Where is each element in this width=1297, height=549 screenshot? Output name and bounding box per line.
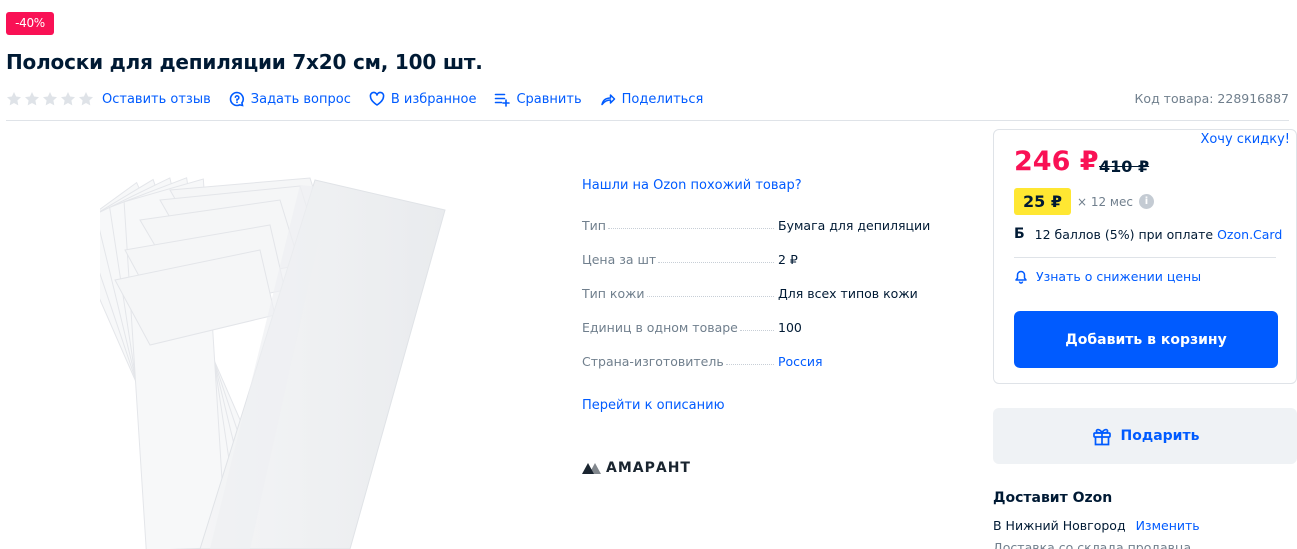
question-icon xyxy=(229,91,244,107)
old-price: 410 ₽ xyxy=(1099,157,1150,176)
ozon-card-link[interactable]: Ozon.Card xyxy=(1217,227,1282,242)
spec-row: Единиц в одном товаре 100 xyxy=(582,320,962,354)
star-icon xyxy=(79,92,93,106)
product-title: Полоски для депиляции 7х20 см, 100 шт. xyxy=(6,50,483,74)
specs-list: Тип Бумага для депиляции Цена за шт 2 ₽ … xyxy=(582,218,962,388)
installment-term: × 12 мес xyxy=(1076,194,1133,209)
spec-key: Единиц в одном товаре xyxy=(582,320,778,335)
current-price: 246 ₽ xyxy=(1014,146,1099,177)
bonus-text: 12 баллов (5%) при оплате xyxy=(1034,226,1214,242)
compare-icon xyxy=(495,93,511,107)
go-to-description-link[interactable]: Перейти к описанию xyxy=(582,398,725,413)
spec-row: Тип Бумага для депиляции xyxy=(582,218,962,252)
rating-stars[interactable] xyxy=(6,91,94,107)
share-icon xyxy=(600,94,615,106)
change-city-link[interactable]: Изменить xyxy=(1136,518,1200,533)
spec-row: Страна-изготовитель Россия xyxy=(582,354,962,388)
star-icon xyxy=(43,92,57,106)
star-icon xyxy=(61,92,75,106)
compare-link[interactable]: Сравнить xyxy=(494,91,582,107)
info-icon[interactable]: i xyxy=(1138,194,1154,209)
spec-key: Страна-изготовитель xyxy=(582,354,778,369)
ask-question-link[interactable]: Задать вопрос xyxy=(229,91,351,107)
spec-row: Цена за шт 2 ₽ xyxy=(582,252,962,286)
spec-value: 100 xyxy=(778,320,802,335)
gift-icon xyxy=(1092,428,1111,446)
star-icon xyxy=(7,92,21,106)
bell-icon xyxy=(1015,270,1027,284)
add-to-cart-button[interactable]: Добавить в корзину xyxy=(1014,311,1278,368)
compare-label: Сравнить xyxy=(516,91,582,107)
heart-icon xyxy=(369,91,385,106)
delivery-city: В Нижний Новгород Изменить xyxy=(993,518,1200,533)
want-discount-link[interactable]: Хочу скидку! xyxy=(1200,132,1290,147)
leave-review-label: Оставить отзыв xyxy=(102,91,211,107)
delivery-title: Доставит Ozon xyxy=(993,490,1113,506)
bonus-icon: Б xyxy=(1014,226,1025,242)
favorites-label: В избранное xyxy=(390,91,477,107)
gift-label: Подарить xyxy=(1120,428,1200,444)
bonus-info: Б 12 баллов (5%) при оплате Ozon.Card xyxy=(1014,226,1282,242)
spec-value: Для всех типов кожи xyxy=(778,286,918,301)
brand-logo[interactable]: АМАРАНТ xyxy=(582,460,691,476)
leave-review-link[interactable]: Оставить отзыв xyxy=(102,92,211,107)
similar-product-link[interactable]: Нашли на Ozon похожий товар? xyxy=(582,178,802,193)
card-divider xyxy=(1014,257,1276,258)
price-drop-notify-link[interactable]: Узнать о снижении цены xyxy=(1014,269,1201,284)
share-label: Поделиться xyxy=(621,91,704,107)
spec-value: 2 ₽ xyxy=(778,252,798,267)
installment-amount: 25 ₽ xyxy=(1014,188,1071,215)
spec-row: Тип кожи Для всех типов кожи xyxy=(582,286,962,320)
delivery-city-name: В Нижний Новгород xyxy=(993,518,1126,533)
delivery-subtitle: Доставка со склада продавца xyxy=(993,540,1192,549)
add-to-favorites-link[interactable]: В избранное xyxy=(369,91,477,107)
spec-key: Тип кожи xyxy=(582,286,778,301)
ask-question-label: Задать вопрос xyxy=(250,91,351,107)
share-link[interactable]: Поделиться xyxy=(600,91,704,107)
price-card: Хочу скидку! 246 ₽ 410 ₽ 25 ₽ × 12 мес i… xyxy=(993,129,1297,384)
spec-key: Цена за шт xyxy=(582,252,778,267)
gift-button[interactable]: Подарить xyxy=(993,408,1297,464)
spec-key: Тип xyxy=(582,218,778,233)
country-link[interactable]: Россия xyxy=(778,354,823,369)
discount-badge: -40% xyxy=(6,12,54,35)
product-image[interactable] xyxy=(100,170,520,549)
spec-value: Бумага для депиляции xyxy=(778,218,931,233)
notify-label: Узнать о снижении цены xyxy=(1036,269,1202,284)
brand-name: АМАРАНТ xyxy=(606,460,691,476)
product-actions: Оставить отзыв Задать вопрос В избранное… xyxy=(6,88,721,110)
star-icon xyxy=(25,92,39,106)
brand-mark-icon xyxy=(582,463,601,474)
header-divider xyxy=(6,120,1289,121)
installment-info[interactable]: 25 ₽ × 12 мес i xyxy=(1014,188,1154,215)
sku-code: Код товара: 228916887 xyxy=(1134,91,1289,106)
